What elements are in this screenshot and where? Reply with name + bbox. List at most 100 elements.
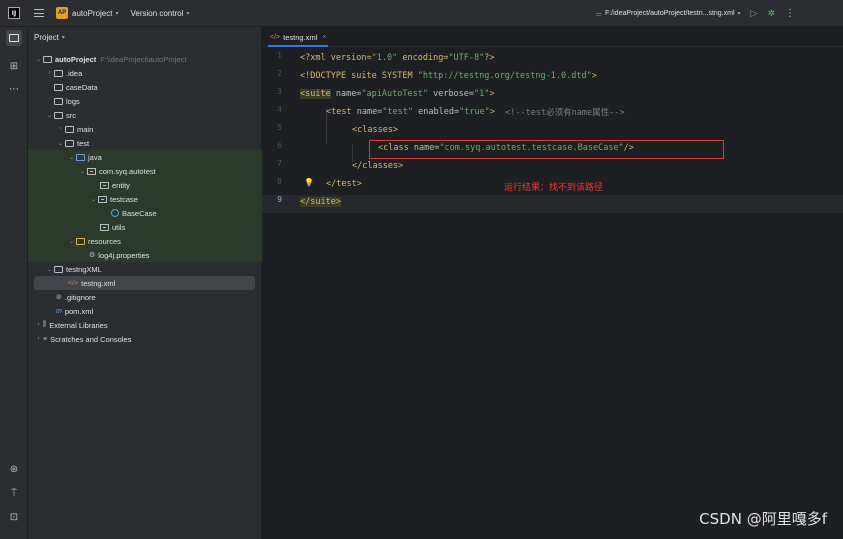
project-name: autoProject: [72, 8, 113, 18]
tree-item-pom[interactable]: m pom.xml: [28, 304, 262, 318]
tree-item-test[interactable]: ⌄ test: [28, 136, 262, 150]
code-line-3: <suite name= "apiAutoTest" verbose= "1" >: [300, 85, 495, 103]
run-config-path: F:/ideaProject/autoProject/testn...stng.…: [604, 10, 735, 17]
current-line-highlight: [262, 195, 843, 213]
tree-item-label: testng.xml: [81, 278, 116, 288]
structure-icon[interactable]: ⊞: [6, 58, 22, 74]
attr-value: "http://testng.org/testng-1.0.dtd": [417, 71, 592, 81]
run-icon[interactable]: ▷: [751, 8, 758, 19]
line-number: 5: [277, 123, 282, 132]
folder-icon: [54, 69, 63, 77]
class-icon: [111, 209, 119, 217]
xml-tag: <classes>: [352, 125, 399, 135]
line-number: 8: [277, 177, 282, 186]
editor[interactable]: </> testng.xml × 1 2 3 4 5 6 7 8 9 <?xml…: [262, 27, 843, 539]
project-tool-button[interactable]: [6, 30, 22, 46]
tree-item-basecase[interactable]: BaseCase: [28, 206, 262, 220]
xml-attr: verbose=: [427, 89, 475, 99]
tree-item-external-libraries[interactable]: › ⫼ External Libraries: [28, 318, 262, 332]
tree-item-src[interactable]: ⌄ src: [28, 108, 262, 122]
attr-value: "apiAutoTest": [361, 89, 428, 99]
tree-item-testngxml[interactable]: ⌄ testngXML: [28, 262, 262, 276]
folder-icon: [9, 34, 19, 42]
tree-item-label: log4j.properties: [98, 250, 150, 260]
tree-item-root[interactable]: ⌄ autoProject F:\ideaProject\autoProject: [28, 52, 262, 66]
tree-item-casedata[interactable]: caseData: [28, 80, 262, 94]
tree-item-scratches[interactable]: › ≡ Scratches and Consoles: [28, 332, 262, 346]
tree-item-java[interactable]: ⌄ java: [28, 150, 262, 164]
line-number: 2: [277, 69, 282, 78]
tree-item-label: caseData: [66, 82, 98, 92]
tree-item-gitignore[interactable]: ⊘ .gitignore: [28, 290, 262, 304]
tree-item-label: src: [66, 110, 76, 120]
project-badge[interactable]: AP: [56, 7, 68, 19]
maven-icon: m: [56, 307, 62, 315]
xml-attr: name=: [330, 89, 362, 99]
code-line-1: <?xml version= "1.0" encoding= "UTF-8" ?>: [300, 49, 495, 67]
chevron-right-icon: ›: [59, 126, 62, 132]
lightbulb-icon[interactable]: 💡: [304, 178, 314, 187]
tree-item-label: testcase: [110, 194, 138, 204]
tree-item-resources[interactable]: ⌄ resources: [28, 234, 262, 248]
properties-file-icon: ⚙: [89, 252, 96, 259]
more-options-icon[interactable]: ⋮: [785, 8, 795, 19]
chevron-down-icon: ⌄: [35, 56, 42, 63]
project-panel-header[interactable]: Project ▾: [28, 27, 261, 47]
package-icon: [87, 167, 96, 175]
line-number: 1: [277, 51, 282, 60]
tree-item-label: autoProject: [55, 54, 97, 64]
ignore-file-icon: ⊘: [56, 294, 62, 301]
services-icon[interactable]: ⊛: [6, 461, 22, 477]
run-config-selector[interactable]: ⚌ F:/ideaProject/autoProject/testn...stn…: [596, 10, 741, 18]
chevron-down-icon: ⌄: [57, 140, 64, 147]
tree-item-log4j[interactable]: ⚙ log4j.properties: [28, 248, 262, 262]
main-menu-icon[interactable]: [34, 9, 44, 17]
xml-tag: </classes>: [352, 161, 404, 171]
project-switcher[interactable]: autoProject ▾: [72, 9, 118, 18]
chevron-down-icon: ▾: [186, 10, 190, 17]
build-icon[interactable]: ⍑: [6, 485, 22, 501]
chevron-down-icon: ▾: [737, 11, 741, 17]
tab-label: testng.xml: [283, 33, 318, 42]
tree-item-testng-xml[interactable]: </> testng.xml: [34, 276, 255, 290]
folder-icon: [54, 97, 63, 105]
project-panel: Project ▾ ⌄ autoProject F:\ideaProject\a…: [28, 27, 262, 539]
attr-value: "true": [459, 107, 490, 117]
tree-item-logs[interactable]: logs: [28, 94, 262, 108]
line-number: 9: [277, 195, 282, 204]
line-number: 3: [277, 87, 282, 96]
library-icon: ⫼: [43, 321, 47, 328]
debug-icon[interactable]: ✲: [767, 8, 775, 19]
folder-icon: [54, 265, 63, 273]
chevron-down-icon: ⌄: [68, 238, 75, 245]
more-tools-icon[interactable]: ⋯: [6, 81, 22, 97]
tree-item-main[interactable]: › main: [28, 122, 262, 136]
ide-logo-icon: IJ: [8, 7, 20, 19]
chevron-right-icon: ›: [37, 336, 40, 342]
package-icon: [100, 181, 109, 189]
version-control-menu[interactable]: Version control ▾: [130, 9, 189, 18]
watermark: CSDN @阿里嘎多f: [699, 510, 827, 528]
tree-item-package[interactable]: ⌄ com.syq.autotest: [28, 164, 262, 178]
root-path: F:\ideaProject\autoProject: [100, 54, 187, 64]
tree-item-testcase[interactable]: ⌄ testcase: [28, 192, 262, 206]
tab-testng-xml[interactable]: </> testng.xml ×: [268, 30, 329, 47]
tree-item-utils[interactable]: utils: [28, 220, 262, 234]
chevron-right-icon: ›: [37, 322, 40, 328]
tree-item-label: External Libraries: [49, 320, 108, 330]
close-icon[interactable]: ×: [322, 34, 326, 41]
version-control-label: Version control: [130, 8, 184, 18]
xml-attr: name=: [351, 107, 383, 117]
tree-item-idea[interactable]: › .idea: [28, 66, 262, 80]
tree-item-label: resources: [88, 236, 121, 246]
tree-item-entity[interactable]: entity: [28, 178, 262, 192]
folder-icon: [54, 83, 63, 91]
xml-decl: <?xml version=: [300, 53, 372, 63]
chevron-down-icon: ⌄: [68, 154, 75, 161]
tree-item-label: main: [77, 124, 94, 134]
attr-value: "UTF-8": [448, 53, 485, 63]
tree-item-label: BaseCase: [122, 208, 157, 218]
terminal-icon[interactable]: ⊡: [6, 509, 22, 525]
highlight-box-class-line: [369, 140, 724, 159]
folder-icon: [54, 111, 63, 119]
